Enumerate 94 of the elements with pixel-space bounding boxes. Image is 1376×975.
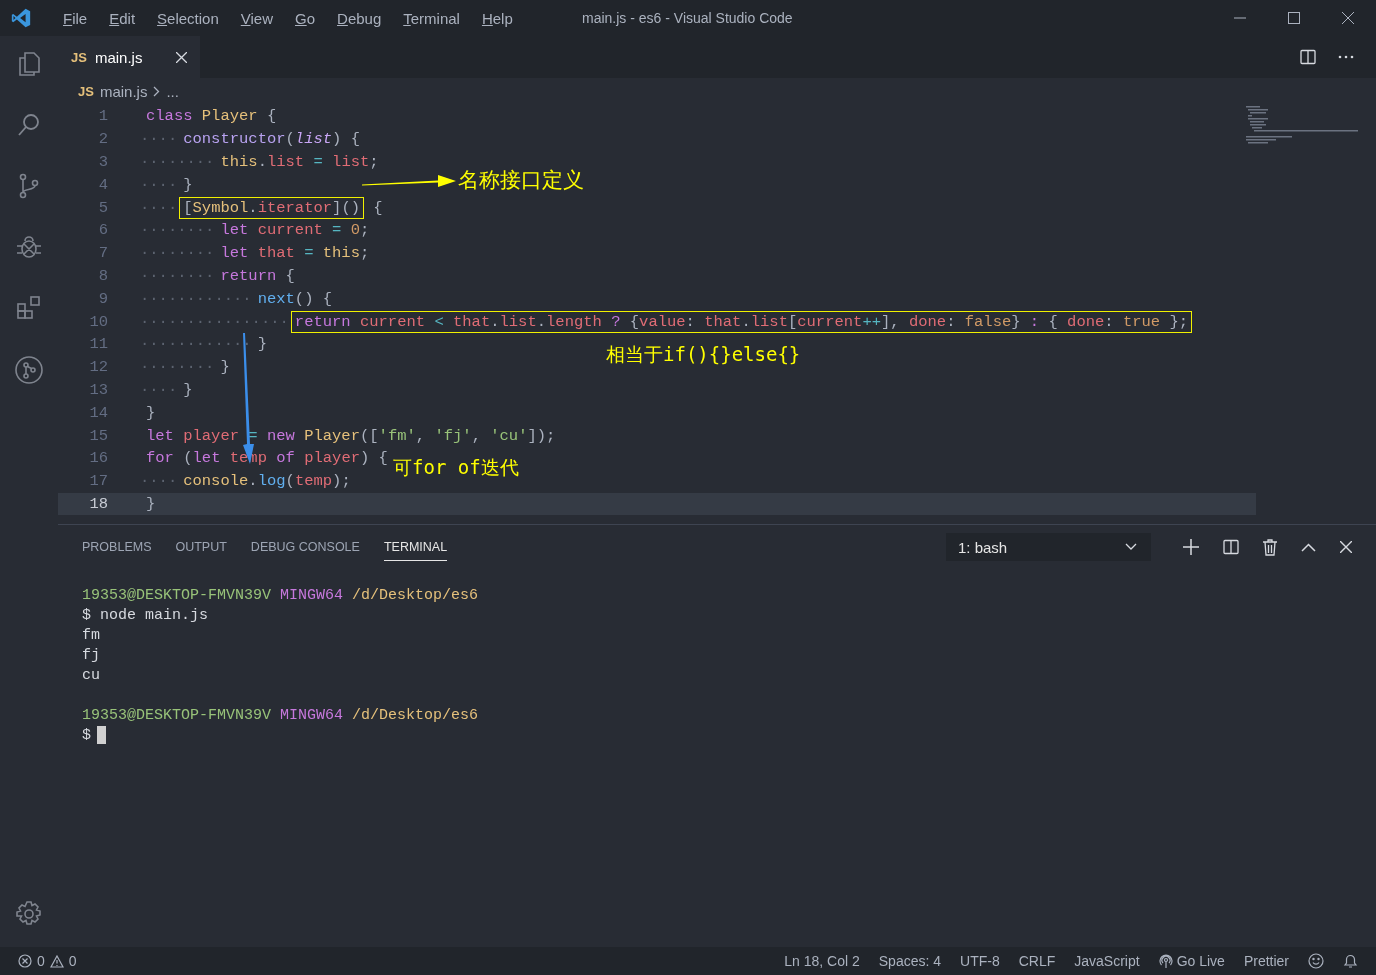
annotation-text: 相当于if(){}else{} bbox=[606, 342, 801, 367]
annotation-text: 可for of迭代 bbox=[393, 455, 519, 480]
line-number: 2 bbox=[97, 130, 108, 149]
trash-icon[interactable] bbox=[1263, 538, 1277, 556]
editor-tab[interactable]: JS main.js bbox=[58, 36, 200, 78]
code-line: ···· } bbox=[140, 175, 194, 194]
terminal-line: fm bbox=[82, 626, 100, 644]
error-icon[interactable] bbox=[18, 954, 32, 968]
status-item[interactable]: Ln 18, Col 2 bbox=[784, 953, 860, 969]
menu-item[interactable]: File bbox=[52, 9, 99, 27]
minimap-drawing[interactable] bbox=[1246, 106, 1358, 146]
status-item[interactable]: Prettier bbox=[1243, 953, 1289, 969]
code-line: ···· constructor(list) { bbox=[140, 130, 361, 149]
panel-tab[interactable]: TERMINAL bbox=[383, 533, 448, 561]
menu-item[interactable]: Go bbox=[284, 9, 327, 27]
line-number: 3 bbox=[97, 153, 108, 171]
git-graph-icon[interactable] bbox=[14, 355, 44, 385]
extensions-icon[interactable] bbox=[15, 294, 43, 322]
close-icon[interactable] bbox=[176, 51, 187, 63]
line-number: 13 bbox=[88, 380, 108, 399]
line-number: 5 bbox=[97, 198, 108, 217]
app-logo-icon bbox=[10, 7, 32, 29]
broadcast-icon bbox=[1158, 954, 1173, 968]
plus-icon[interactable] bbox=[1183, 539, 1199, 555]
close-icon[interactable] bbox=[1340, 541, 1352, 553]
code-line: ···· [Symbol.iterator]() { bbox=[140, 198, 383, 217]
status-item[interactable]: Spaces: 4 bbox=[878, 953, 942, 969]
line-number: 8 bbox=[97, 266, 108, 285]
line-number: 4 bbox=[97, 175, 108, 194]
chevron-up-icon[interactable] bbox=[1301, 542, 1316, 552]
status-item[interactable]: CRLF bbox=[1018, 953, 1056, 969]
code-line: ················ return current < that.list.length ? {value: that.list[current++], done: false} : { done: true }; bbox=[140, 312, 1193, 331]
warning-count[interactable]: 0 bbox=[68, 953, 77, 969]
code-line: ········ return { bbox=[140, 266, 296, 285]
menu-item[interactable]: Terminal bbox=[392, 9, 471, 27]
menu-item[interactable]: Help bbox=[470, 9, 524, 27]
code-line: ············ next() { bbox=[140, 289, 334, 308]
panel-tab[interactable]: OUTPUT bbox=[175, 533, 227, 561]
breadcrumb-item[interactable]: ... bbox=[166, 82, 179, 100]
terminal-line: cu bbox=[82, 666, 100, 684]
error-count[interactable]: 0 bbox=[37, 953, 45, 969]
split-terminal-icon[interactable] bbox=[1223, 539, 1239, 555]
code-line: ···· } bbox=[140, 380, 194, 399]
code-line: ········ let that = this; bbox=[140, 244, 371, 263]
panel-tab[interactable]: DEBUG CONSOLE bbox=[250, 533, 360, 561]
terminal-line: fj bbox=[82, 646, 100, 664]
chevron-down-icon bbox=[1125, 543, 1137, 551]
line-number: 15 bbox=[88, 426, 108, 445]
terminal-line: 19353@DESKTOP-FMVN39V MINGW64 /d/Desktop/es6 bbox=[82, 586, 479, 604]
code-line: ···· console.log(temp); bbox=[140, 472, 352, 491]
close-icon[interactable] bbox=[1342, 12, 1354, 24]
menu-item[interactable]: View bbox=[229, 9, 284, 27]
annotation-text: 名称接口定义 bbox=[458, 167, 584, 194]
line-number: 12 bbox=[88, 358, 108, 377]
line-number: 18 bbox=[88, 494, 108, 513]
line-number: 1 bbox=[97, 107, 108, 126]
line-number: 11 bbox=[88, 335, 108, 354]
bell-icon[interactable] bbox=[1343, 953, 1358, 969]
code-line: } bbox=[145, 494, 157, 513]
menu-item[interactable]: Selection bbox=[146, 9, 230, 27]
code-line: class Player { bbox=[145, 107, 278, 126]
code-line: ········ let current = 0; bbox=[140, 221, 371, 240]
breadcrumb-item[interactable]: main.js bbox=[99, 82, 148, 100]
maximize-icon[interactable] bbox=[1288, 12, 1300, 24]
split-editor-icon[interactable] bbox=[1300, 49, 1316, 65]
status-item[interactable]: UTF-8 bbox=[960, 953, 1000, 969]
line-number: 7 bbox=[97, 244, 108, 263]
more-icon[interactable] bbox=[1338, 55, 1354, 59]
tab-label: main.js bbox=[94, 48, 143, 66]
chevron-right-icon bbox=[153, 85, 161, 97]
status-item[interactable]: JavaScript bbox=[1074, 953, 1140, 969]
terminal-line: $ node main.js bbox=[82, 606, 209, 624]
line-number: 10 bbox=[88, 312, 108, 331]
javascript-file-icon: JS bbox=[71, 49, 87, 65]
code-line: ········ this.list = list; bbox=[140, 153, 380, 171]
line-number: 16 bbox=[88, 449, 108, 468]
status-item[interactable]: Go Live bbox=[1158, 953, 1225, 969]
code-line: ········ } bbox=[140, 358, 231, 377]
terminal-line: $ bbox=[82, 726, 91, 744]
javascript-file-icon: JS bbox=[78, 83, 94, 99]
terminal-select[interactable]: 1: bash bbox=[946, 533, 1151, 561]
panel-tab[interactable]: PROBLEMS bbox=[82, 533, 152, 561]
warning-icon[interactable] bbox=[49, 954, 64, 968]
line-number: 14 bbox=[88, 403, 108, 422]
window-title: main.js - es6 - Visual Studio Code bbox=[582, 10, 793, 26]
code-line: } bbox=[145, 403, 157, 422]
menu-item[interactable]: Debug bbox=[326, 9, 393, 27]
line-number: 9 bbox=[97, 289, 108, 308]
menu-item[interactable]: Edit bbox=[98, 9, 147, 27]
terminal-line: 19353@DESKTOP-FMVN39V MINGW64 /d/Desktop/es6 bbox=[82, 706, 479, 724]
line-number: 6 bbox=[97, 221, 108, 240]
smiley-icon[interactable] bbox=[1308, 953, 1324, 969]
bug-icon[interactable] bbox=[15, 233, 43, 261]
line-number: 17 bbox=[88, 472, 108, 491]
